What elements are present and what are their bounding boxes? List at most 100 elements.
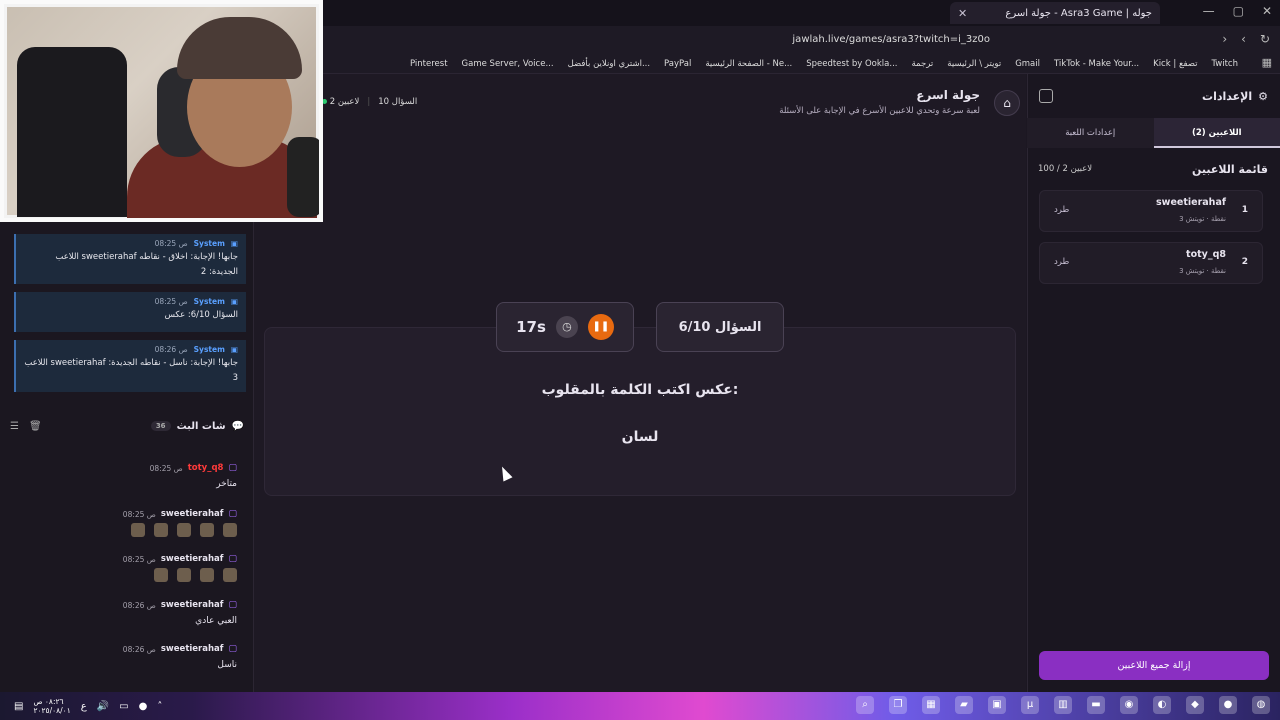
chat-layout-icon[interactable]: ☰ — [10, 421, 19, 432]
bookmark-item[interactable]: تويتر \ الرئيسية — [947, 59, 1001, 69]
player-name: sweetierahaf — [1156, 197, 1226, 208]
chat-message-text: العبي عادي — [195, 616, 237, 626]
maximize-icon[interactable]: ▢ — [1233, 4, 1244, 18]
brave-icon[interactable]: ◆ — [1186, 696, 1204, 714]
back-icon[interactable]: ‹ — [1241, 32, 1246, 46]
chat-message-text: متاخر — [216, 479, 237, 489]
chat-username[interactable]: sweetierahaf — [161, 554, 224, 564]
nav-buttons: › ‹ ↻ — [1222, 32, 1270, 46]
divider: | — [367, 97, 371, 107]
emote-icon — [154, 568, 168, 582]
microphone-shape — [287, 137, 319, 217]
terminal-icon[interactable]: ▬ — [1087, 696, 1105, 714]
gear-icon: ⚙ — [1258, 90, 1268, 103]
system-message-text: السؤال 6/10: عكس — [164, 310, 238, 320]
collapse-panel-icon[interactable] — [1039, 89, 1053, 103]
message-time: 08:26 ص — [122, 600, 156, 610]
system-sender: System — [193, 345, 225, 354]
bookmark-item[interactable]: TikTok - Make Your... — [1054, 59, 1139, 69]
chevron-up-icon[interactable]: ˄ — [157, 701, 162, 712]
microphone-icon[interactable]: ● — [139, 701, 148, 712]
system-message-header: 08:26 ص System ▣ — [24, 345, 238, 354]
settings-header: الإعدادات ⚙ — [1202, 90, 1268, 103]
app-icon[interactable]: ● — [1219, 696, 1237, 714]
bookmark-item[interactable]: الصفحة الرئيسية - Ne... — [705, 59, 792, 69]
network-icon[interactable]: ▭ — [119, 701, 128, 712]
emote-icon — [223, 523, 237, 537]
chat-count: 36 — [150, 421, 171, 431]
player-rank: 2 — [1241, 257, 1248, 267]
emote-row — [17, 568, 237, 582]
url-input[interactable]: jawlah.live/games/asra3?twitch=i_3z0o — [340, 30, 1000, 50]
bookmark-item[interactable]: PayPal — [664, 59, 691, 69]
message-time: 08:25 ص — [122, 554, 156, 564]
game-title: جولة اسرع — [916, 88, 980, 102]
message-time: 08:25 ص — [154, 239, 188, 248]
chrome-icon[interactable]: ◉ — [1120, 696, 1138, 714]
system-icon: ▣ — [230, 345, 238, 354]
taskbar-clock[interactable]: ٠٨:٢٦ ص ٢٠٢٥/٠٨/٠١ — [33, 697, 70, 715]
bookmark-item[interactable]: Twitch — [1212, 59, 1239, 69]
home-icon[interactable]: ⌂ — [994, 90, 1020, 116]
emote-icon — [200, 523, 214, 537]
taskbar: ▤ ٠٨:٢٦ ص ٢٠٢٥/٠٨/٠١ ع 🔊 ▭ ● ˄ ⌕ ❐ ▦ ▰ ▣… — [0, 692, 1280, 720]
chat-sidebar: 08:25 ص System ▣ اللاعب sweetierahaf جاب… — [0, 222, 254, 692]
bookmark-item[interactable]: ترجمة — [911, 59, 933, 69]
chat-message-header: 08:26 ص sweetierahaf ▢ — [17, 600, 237, 610]
trash-icon[interactable]: 🗑 — [29, 421, 42, 432]
close-window-icon[interactable]: ✕ — [1262, 4, 1272, 18]
notification-icon[interactable]: ▤ — [14, 701, 23, 712]
webcam-overlay — [0, 0, 323, 222]
window-controls: — ▢ ✕ — [1203, 4, 1272, 18]
bookmark-item[interactable]: Gmail — [1015, 59, 1040, 69]
bookmark-item[interactable]: Kick | تصفع — [1153, 59, 1197, 69]
chat-username[interactable]: sweetierahaf — [161, 509, 224, 519]
players-list-title: قائمة اللاعبين — [1192, 163, 1268, 176]
chat-icon: 💬 — [231, 420, 244, 432]
tab-players[interactable]: اللاعبين (2) — [1153, 118, 1280, 148]
player-rank: 1 — [1241, 205, 1248, 215]
reload-icon[interactable]: ↻ — [1260, 32, 1270, 46]
language-indicator-icon[interactable]: ع — [81, 701, 87, 712]
store-icon[interactable]: ▦ — [922, 696, 940, 714]
clock-icon: ◷ — [555, 316, 578, 338]
bookmark-item[interactable]: Pinterest — [410, 59, 448, 69]
remove-all-players-button[interactable]: إزالة جميع اللاعبين — [1039, 651, 1269, 680]
player-meta: 3 نقطة · تويتش — [1179, 267, 1226, 275]
game-subtitle: لعبة سرعة وتحدي للاعبين الأسرع في الإجاب… — [779, 106, 980, 116]
bookmark-item[interactable]: Game Server, Voice... — [462, 59, 554, 69]
folder-icon[interactable]: ▰ — [955, 696, 973, 714]
bookmark-item[interactable]: Speedtest by Ookla... — [806, 59, 897, 69]
players-count: 2 لاعبين — [322, 97, 359, 107]
bookmark-item[interactable]: اشتري اونلاين بأفضل... — [568, 59, 650, 69]
minimize-icon[interactable]: — — [1203, 4, 1215, 18]
close-tab-icon[interactable]: ✕ — [958, 7, 967, 20]
browser-tab[interactable]: ✕ جولة اسرع - Asra3 Game | جوله — [950, 2, 1160, 24]
app-icon[interactable]: ▣ — [988, 696, 1006, 714]
bookmarks-grid-icon[interactable]: ▦ — [1262, 56, 1272, 69]
search-icon[interactable]: ⌕ — [856, 696, 874, 714]
system-message-header: 08:25 ص System ▣ — [24, 297, 238, 306]
pause-button[interactable]: ❚❚ — [587, 314, 614, 340]
timer-pill: 17s ◷ ❚❚ — [496, 302, 634, 352]
chat-message: 08:25 ص sweetierahaf ▢ — [17, 554, 237, 582]
chat-username[interactable]: sweetierahaf — [161, 644, 224, 654]
question-label: السؤال 10 — [378, 97, 418, 107]
utorrent-icon[interactable]: µ — [1021, 696, 1039, 714]
tab-game-settings[interactable]: إعدادات اللعبة — [1027, 118, 1154, 148]
game-status: 2 لاعبين | السؤال 10 — [322, 97, 417, 107]
kick-button[interactable]: طرد — [1054, 257, 1069, 267]
chat-username[interactable]: sweetierahaf — [161, 600, 224, 610]
message-time: 08:25 ص — [122, 509, 156, 519]
forward-icon[interactable]: › — [1222, 32, 1227, 46]
volume-icon[interactable]: 🔊 — [97, 701, 109, 712]
twitch-icon: ▢ — [228, 463, 237, 473]
kick-button[interactable]: طرد — [1054, 205, 1069, 215]
app-icon[interactable]: ◍ — [1252, 696, 1270, 714]
chat-username[interactable]: toty_q8 — [188, 463, 224, 473]
player-meta: 3 نقطة · تويتش — [1179, 215, 1226, 223]
task-view-icon[interactable]: ❐ — [889, 696, 907, 714]
players-list-count: 100 / 2 لاعبين — [1038, 164, 1093, 174]
steam-icon[interactable]: ◐ — [1153, 696, 1171, 714]
app-icon[interactable]: ▥ — [1054, 696, 1072, 714]
